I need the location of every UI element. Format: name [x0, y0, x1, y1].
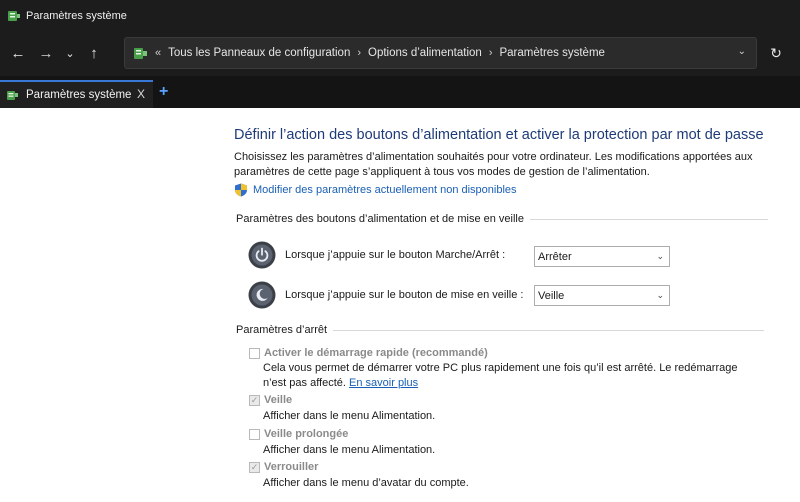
refresh-button[interactable]: ↻	[766, 39, 786, 67]
arrow-right-icon: →	[38, 45, 54, 62]
option-desc-text: Cela vous permet de démarrer votre PC pl…	[263, 362, 738, 389]
option-description: Afficher dans le menu Alimentation.	[263, 444, 436, 456]
arrow-up-icon: ↑	[90, 45, 98, 62]
section-title: Paramètres des boutons d’alimentation et…	[236, 213, 524, 225]
refresh-icon: ↻	[770, 44, 782, 61]
option-label: Veille	[264, 394, 293, 406]
power-options-icon	[7, 90, 18, 100]
chevron-down-icon: ⌄	[65, 48, 75, 60]
forward-button[interactable]: →	[32, 40, 60, 68]
page-title: Définir l’action des boutons d’alimentat…	[234, 127, 764, 143]
power-button-label: Lorsque j’appuie sur le bouton Marche/Ar…	[285, 249, 506, 261]
power-options-icon	[8, 10, 20, 21]
chevron-down-icon: ⌄	[656, 251, 664, 261]
window-title: Paramètres système	[26, 9, 127, 22]
section-header-shutdown: Paramètres d’arrêt	[236, 324, 765, 336]
recent-locations-button[interactable]: ⌄	[60, 40, 80, 68]
option-hibernate: Veille prolongée	[249, 428, 348, 440]
fast-startup-checkbox[interactable]	[249, 347, 260, 359]
power-button-action-select[interactable]: Arrêter ⌄	[534, 246, 670, 267]
main-content: Définir l’action des boutons d’alimentat…	[0, 108, 800, 502]
back-button[interactable]: ←	[4, 40, 32, 68]
option-description: Afficher dans le menu Alimentation.	[263, 410, 436, 422]
new-tab-button[interactable]: +	[159, 83, 168, 101]
tab-bar: Paramètres système X	[0, 76, 800, 108]
arrow-left-icon: ←	[10, 45, 26, 62]
section-divider	[333, 329, 765, 331]
hibernate-checkbox[interactable]	[249, 428, 260, 440]
control-panel-icon	[134, 47, 147, 59]
sleep-button-action-select[interactable]: Veille ⌄	[534, 285, 670, 306]
title-bar: Paramètres système	[0, 0, 800, 31]
sleep-button-label: Lorsque j’appuie sur le bouton de mise e…	[285, 289, 524, 301]
chevron-down-icon: ⌄	[656, 290, 664, 300]
option-label: Activer le démarrage rapide (recommandé)	[264, 347, 488, 359]
option-description: Afficher dans le menu d’avatar du compte…	[263, 477, 469, 489]
power-button-icon	[248, 241, 276, 269]
option-label: Veille prolongée	[264, 428, 349, 440]
section-divider	[530, 218, 768, 220]
learn-more-link[interactable]: En savoir plus	[349, 377, 418, 389]
tab-label: Paramètres système	[26, 89, 132, 101]
option-description: Cela vous permet de démarrer votre PC pl…	[263, 361, 763, 391]
lock-checkbox[interactable]: ✓	[249, 461, 260, 473]
uac-shield-icon	[235, 183, 247, 197]
option-lock: ✓ Verrouiller	[249, 461, 318, 473]
select-value: Veille	[538, 289, 565, 302]
address-dropdown-icon[interactable]: ⌄	[738, 46, 746, 57]
up-button[interactable]: ↑	[80, 40, 108, 68]
sleep-button-row: Lorsque j’appuie sur le bouton de mise e…	[248, 281, 523, 309]
close-tab-icon[interactable]: X	[137, 87, 145, 101]
section-header-buttons: Paramètres des boutons d’alimentation et…	[236, 213, 768, 225]
change-link-label: Modifier des paramètres actuellement non…	[253, 184, 517, 196]
navigation-bar: ← → ⌄ ↑ « Tous les Panneaux de configura…	[0, 31, 800, 76]
page-description: Choisissez les paramètres d’alimentation…	[234, 151, 753, 178]
breadcrumb-overflow[interactable]: «	[155, 47, 161, 59]
option-fast-startup: Activer le démarrage rapide (recommandé)	[249, 347, 488, 359]
sleep-checkbox[interactable]: ✓	[249, 394, 260, 406]
select-value: Arrêter	[538, 250, 572, 263]
section-title: Paramètres d’arrêt	[236, 324, 328, 336]
sleep-button-icon	[248, 281, 276, 309]
option-label: Verrouiller	[264, 461, 319, 473]
breadcrumb-system-settings[interactable]: Paramètres système	[499, 47, 604, 59]
option-sleep: ✓ Veille	[249, 394, 292, 406]
breadcrumb-separator-icon[interactable]: ›	[489, 47, 493, 59]
breadcrumb-all-control-panel[interactable]: Tous les Panneaux de configuration	[168, 47, 350, 59]
breadcrumb-separator-icon[interactable]: ›	[357, 47, 361, 59]
address-bar[interactable]: « Tous les Panneaux de configuration › O…	[124, 37, 757, 69]
breadcrumb-power-options[interactable]: Options d’alimentation	[368, 47, 482, 59]
power-button-row: Lorsque j’appuie sur le bouton Marche/Ar…	[248, 241, 505, 269]
change-unavailable-settings-link[interactable]: Modifier des paramètres actuellement non…	[234, 183, 517, 197]
tab-system-settings[interactable]: Paramètres système X	[0, 80, 153, 108]
